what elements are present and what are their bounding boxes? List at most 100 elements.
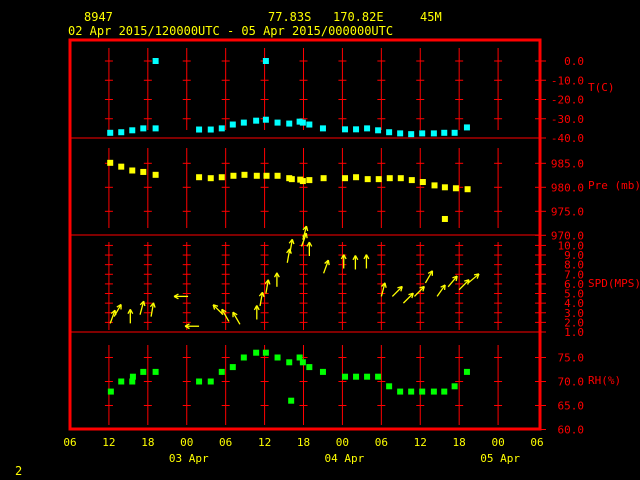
temp-point	[207, 126, 214, 133]
pres-point	[464, 186, 471, 193]
rh-point	[299, 359, 306, 366]
pres-point	[288, 176, 295, 183]
rh-point	[207, 378, 214, 385]
y-tick-label: 60.0	[558, 424, 585, 437]
temp-point	[253, 117, 260, 124]
rh-point	[386, 383, 393, 390]
x-tick-label: 18	[453, 436, 466, 449]
panel-pres: 985.0980.0975.0970.0Pre (mb)	[104, 148, 640, 242]
rh-point	[364, 373, 371, 380]
rh-point	[306, 364, 313, 371]
temp-point	[319, 125, 326, 132]
wind-arrow	[402, 292, 414, 304]
x-tick-label: 12	[258, 436, 271, 449]
pres-point	[207, 175, 214, 182]
pres-point	[441, 215, 448, 222]
pres-point	[230, 172, 237, 179]
temp-point	[196, 126, 203, 133]
pres-point	[196, 174, 203, 181]
rh-point	[408, 388, 415, 395]
pres-point	[375, 176, 382, 183]
panel-rh: 75.0 70.0 65.0 60.0 RH(%)	[104, 345, 621, 437]
x-tick-label: 06	[219, 436, 232, 449]
temp-point	[397, 130, 404, 137]
temp-point	[286, 120, 293, 127]
temp-point	[342, 126, 349, 133]
rh-point	[218, 368, 225, 375]
wind-arrow	[288, 238, 295, 254]
wind-arrow-shaft	[458, 279, 470, 291]
pres-point	[408, 177, 415, 184]
x-tick-label: 06	[375, 436, 388, 449]
temp-point	[118, 129, 125, 136]
y-tick-label: 985.0	[551, 157, 584, 170]
wind-arrow	[363, 254, 370, 269]
rh-point	[319, 368, 326, 375]
rh-point	[274, 354, 281, 361]
date-label: 05 Apr	[480, 452, 520, 465]
meteogram: 8947 77.83S 170.82E 45M 02 Apr 2015/1200…	[0, 0, 640, 480]
temp-point	[240, 119, 247, 126]
y-tick-label: -20.0	[551, 94, 584, 107]
wind-arrow	[253, 305, 260, 320]
rh-point	[140, 368, 147, 375]
wind-arrow	[258, 291, 265, 307]
temp-point	[262, 116, 269, 123]
pres-point	[397, 175, 404, 182]
y-tick-label: -30.0	[551, 113, 584, 126]
pres-point	[342, 175, 349, 182]
rh-point	[441, 388, 448, 395]
rh-point	[397, 388, 404, 395]
temp-point	[386, 129, 393, 136]
y-tick-label: 980.0	[551, 181, 584, 194]
y-tick-label: 65.0	[558, 400, 585, 413]
rh-point	[463, 368, 470, 375]
x-tick-label: 00	[180, 436, 193, 449]
temp-point	[218, 125, 225, 132]
temp-point	[364, 125, 371, 132]
wind-arrow	[447, 275, 458, 288]
temp-point	[274, 119, 281, 126]
y-tick-label: 70.0	[558, 376, 585, 389]
pres-point	[419, 179, 426, 186]
rh-point	[129, 373, 136, 380]
rh-point	[288, 397, 295, 404]
pres-point	[320, 175, 327, 182]
pres-point	[241, 171, 248, 178]
panel-label-pres: Pre (mb)	[588, 179, 640, 192]
wind-arrow	[458, 279, 470, 291]
rh-point	[342, 373, 349, 380]
temp-point	[306, 121, 313, 128]
temp-point	[375, 127, 382, 134]
pres-point	[299, 178, 306, 185]
wind-arrow	[149, 302, 156, 317]
temp-point	[262, 58, 269, 64]
temp-point	[463, 124, 470, 131]
panel-label-temp: T(C)	[588, 81, 615, 94]
x-tick-label: 00	[336, 436, 349, 449]
rh-point	[451, 383, 458, 390]
temp-point	[408, 131, 415, 138]
wind-arrow-shaft	[413, 286, 425, 297]
pres-point	[218, 174, 225, 181]
y-tick-label: 75.0	[558, 352, 585, 365]
x-tick-label: 12	[102, 436, 115, 449]
y-tick-label: 975.0	[551, 205, 584, 218]
wind-arrow	[109, 309, 117, 324]
date-label: 03 Apr	[169, 452, 209, 465]
x-tick-label: 00	[491, 436, 504, 449]
rh-point	[152, 368, 159, 375]
panel-wind: 10.09.08.07.06.05.04.03.02.01.0SPD(MPS)	[104, 225, 640, 339]
wind-arrow	[322, 259, 330, 274]
pres-point	[386, 175, 393, 182]
wind-arrow	[413, 285, 425, 297]
x-tick-label: 18	[297, 436, 310, 449]
temp-point	[299, 119, 306, 126]
rh-point	[419, 388, 426, 395]
rh-point	[196, 378, 203, 385]
pres-point	[274, 172, 281, 179]
wind-arrow-shaft	[402, 292, 414, 304]
wind-arrow	[467, 273, 480, 284]
panel-label-rh: RH(%)	[588, 374, 621, 387]
rh-point	[240, 354, 247, 361]
